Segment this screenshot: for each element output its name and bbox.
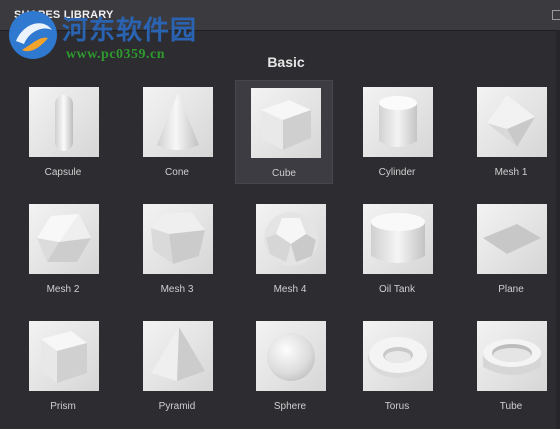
mesh-1-icon [487, 95, 535, 147]
shape-label: Oil Tank [379, 284, 415, 295]
shape-item-pyramid[interactable]: Pyramid [128, 314, 226, 418]
shape-label: Mesh 4 [273, 284, 307, 295]
shape-item-capsule[interactable]: Capsule [14, 80, 112, 184]
shape-label: Mesh 1 [494, 167, 528, 178]
shape-label: Mesh 3 [160, 284, 194, 295]
shape-label: Prism [50, 401, 76, 412]
tube-icon [483, 339, 541, 375]
cube-icon [261, 100, 311, 150]
mesh-3-icon [151, 212, 205, 264]
shape-label: Cone [165, 167, 189, 178]
shape-item-cylinder[interactable]: Cylinder [348, 80, 446, 184]
shape-label: Mesh 2 [46, 284, 80, 295]
shape-label: Cylinder [378, 167, 416, 178]
capsule-icon [55, 95, 73, 151]
prism-icon [41, 331, 87, 383]
shape-item-mesh-3[interactable]: Mesh 3 [128, 197, 226, 301]
shape-item-torus[interactable]: Torus [348, 314, 446, 418]
pyramid-icon [151, 327, 205, 381]
scrollbar[interactable] [556, 30, 560, 429]
shape-label: Torus [384, 401, 410, 412]
shape-item-mesh-1[interactable]: Mesh 1 [462, 80, 560, 184]
shape-label: Plane [498, 284, 524, 295]
mesh-4-icon [264, 212, 318, 266]
oil-tank-icon [371, 213, 425, 263]
shape-item-plane[interactable]: Plane [462, 197, 560, 301]
watermark-site-name: 河东软件园 [62, 16, 198, 46]
shape-item-tube[interactable]: Tube [462, 314, 560, 418]
torus-icon [368, 337, 428, 378]
shape-item-prism[interactable]: Prism [14, 314, 112, 418]
shape-item-cube[interactable]: Cube [235, 80, 333, 184]
shape-label: Sphere [273, 401, 307, 412]
shape-item-sphere[interactable]: Sphere [241, 314, 339, 418]
shape-label: Cube [272, 168, 296, 179]
shape-item-cone[interactable]: Cone [128, 80, 226, 184]
section-title: Basic [267, 54, 305, 70]
plane-icon [483, 224, 541, 254]
shape-item-mesh-2[interactable]: Mesh 2 [14, 197, 112, 301]
cylinder-icon [379, 96, 417, 147]
shape-label: Pyramid [158, 401, 196, 412]
shape-label: Capsule [44, 167, 82, 178]
window-control-icon[interactable] [552, 10, 560, 20]
shape-label: Tube [499, 401, 523, 412]
shape-item-mesh-4[interactable]: Mesh 4 [241, 197, 339, 301]
cone-icon [157, 93, 199, 150]
shape-item-oil-tank[interactable]: Oil Tank [348, 197, 446, 301]
sphere-icon [267, 333, 315, 381]
mesh-2-icon [37, 214, 91, 262]
